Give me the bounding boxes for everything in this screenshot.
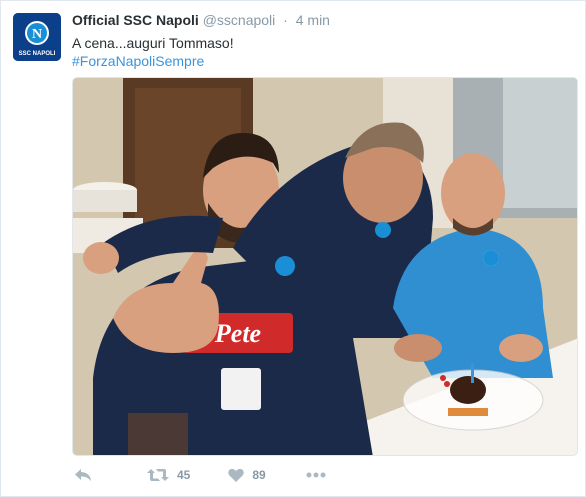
avatar[interactable]: N SSC NAPOLI: [13, 13, 61, 61]
tweet-text: A cena...auguri Tommaso!: [72, 35, 234, 51]
more-icon: [306, 472, 326, 478]
avatar-letter: N: [32, 27, 42, 42]
hashtag-link[interactable]: #ForzaNapoliSempre: [72, 52, 204, 70]
retweet-count: 45: [177, 468, 191, 482]
napoli-logo-icon: N SSC NAPOLI: [13, 13, 61, 61]
reply-button[interactable]: [74, 468, 92, 482]
retweet-icon: [147, 469, 169, 481]
author-handle[interactable]: @sscnapoli: [203, 12, 276, 28]
author-name[interactable]: Official SSC Napoli: [72, 12, 199, 28]
like-count: 89: [252, 468, 266, 482]
tweet-actions: 45 89: [72, 465, 326, 485]
heart-icon: [228, 468, 245, 482]
like-button[interactable]: 89: [228, 468, 266, 482]
reply-icon: [75, 469, 91, 481]
more-button[interactable]: [306, 472, 326, 478]
avatar-text: SSC NAPOLI: [19, 51, 56, 57]
tweet-timestamp[interactable]: 4 min: [296, 12, 330, 28]
sponsor-logo-text: Pete: [214, 319, 261, 348]
tweet-card: N SSC NAPOLI Official SSC Napoli @sscnap…: [0, 0, 586, 497]
retweet-button[interactable]: 45: [147, 468, 190, 482]
photo-illustration: Pete: [73, 78, 577, 455]
tweet-header: Official SSC Napoli @sscnapoli · 4 min: [72, 12, 330, 28]
separator-dot: ·: [283, 12, 288, 28]
tweet-photo[interactable]: Pete: [72, 77, 578, 456]
